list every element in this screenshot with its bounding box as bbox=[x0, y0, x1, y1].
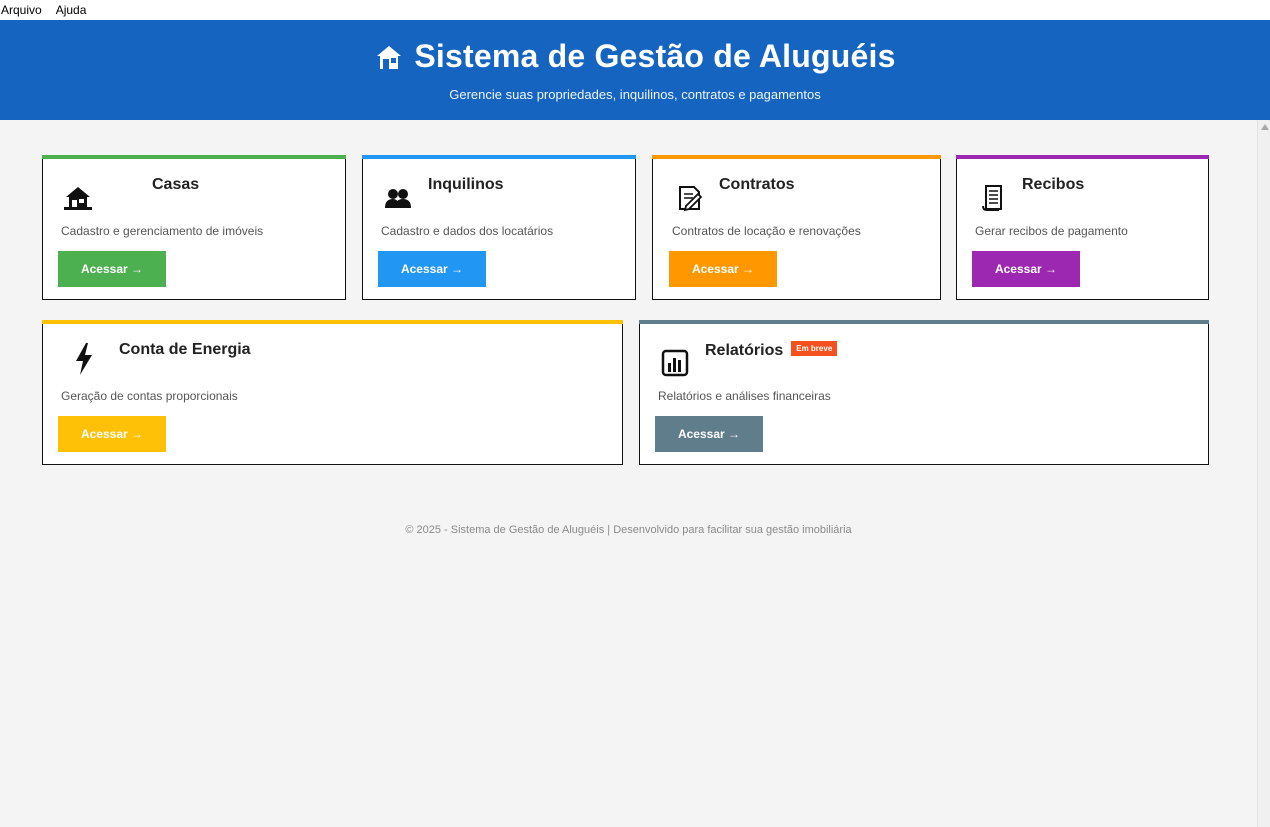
card-accent-bar bbox=[42, 155, 346, 159]
menu-ajuda[interactable]: Ajuda bbox=[55, 0, 94, 20]
acessar-relatorios-button[interactable]: Acessar → bbox=[655, 416, 763, 452]
card-casas: Casas Cadastro e gerenciamento de imóvei… bbox=[42, 155, 346, 300]
house-icon bbox=[61, 181, 95, 215]
header-title-row: Sistema de Gestão de Aluguéis bbox=[0, 38, 1270, 75]
contract-icon bbox=[673, 181, 707, 215]
card-relatorios: Relatórios Em breve Relatórios e análises… bbox=[639, 320, 1209, 465]
card-title-row: Relatórios Em breve bbox=[705, 341, 838, 360]
acessar-recibos-button[interactable]: Acessar → bbox=[972, 251, 1080, 287]
footer: © 2025 - Sistema de Gestão de Aluguéis |… bbox=[405, 524, 852, 536]
card-title: Conta de Energia bbox=[119, 341, 251, 358]
card-title: Recibos bbox=[1022, 176, 1085, 193]
page-subtitle: Gerencie suas propriedades, inquilinos, … bbox=[449, 87, 821, 102]
lightning-icon bbox=[67, 342, 101, 376]
acessar-contratos-button[interactable]: Acessar → bbox=[669, 251, 777, 287]
card-conta-energia: Conta de Energia Geração de contas propo… bbox=[42, 320, 623, 465]
app-header: Sistema de Gestão de Aluguéis Gerencie s… bbox=[0, 20, 1270, 120]
scrollbar[interactable] bbox=[1257, 120, 1270, 827]
card-title: Inquilinos bbox=[428, 176, 504, 193]
card-accent-bar bbox=[362, 155, 636, 159]
acessar-inquilinos-button[interactable]: Acessar → bbox=[378, 251, 486, 287]
card-inquilinos: Inquilinos Cadastro e dados dos locatári… bbox=[362, 155, 636, 300]
card-title: Relatórios bbox=[705, 342, 784, 359]
card-description: Gerar recibos de pagamento bbox=[975, 224, 1128, 238]
page-title: Sistema de Gestão de Aluguéis bbox=[414, 38, 896, 74]
card-description: Relatórios e análises financeiras bbox=[658, 389, 831, 403]
bar-chart-icon bbox=[658, 346, 692, 380]
card-description: Cadastro e gerenciamento de imóveis bbox=[61, 224, 264, 238]
menu-arquivo[interactable]: Arquivo bbox=[0, 0, 49, 20]
card-accent-bar bbox=[956, 155, 1209, 159]
card-accent-bar bbox=[42, 320, 623, 324]
card-description: Contratos de locação e renovações bbox=[672, 224, 861, 238]
acessar-casas-button[interactable]: Acessar → bbox=[58, 251, 166, 287]
receipt-icon bbox=[976, 181, 1010, 215]
card-accent-bar bbox=[639, 320, 1209, 324]
card-recibos: Recibos Gerar recibos de pagamento Acess… bbox=[956, 155, 1209, 300]
card-title: Casas bbox=[152, 176, 200, 193]
card-accent-bar bbox=[652, 155, 941, 159]
card-title: Contratos bbox=[719, 176, 795, 193]
acessar-energia-button[interactable]: Acessar → bbox=[58, 416, 166, 452]
card-description: Geração de contas proporcionais bbox=[61, 389, 238, 403]
menu-bar: Arquivo Ajuda bbox=[0, 0, 1270, 20]
card-description: Cadastro e dados dos locatários bbox=[381, 224, 554, 238]
people-icon bbox=[381, 181, 415, 215]
scroll-up-icon[interactable] bbox=[1261, 124, 1269, 130]
card-contratos: Contratos Contratos de locação e renovaç… bbox=[652, 155, 941, 300]
status-badge: Em breve bbox=[791, 341, 838, 356]
house-icon bbox=[374, 42, 404, 72]
